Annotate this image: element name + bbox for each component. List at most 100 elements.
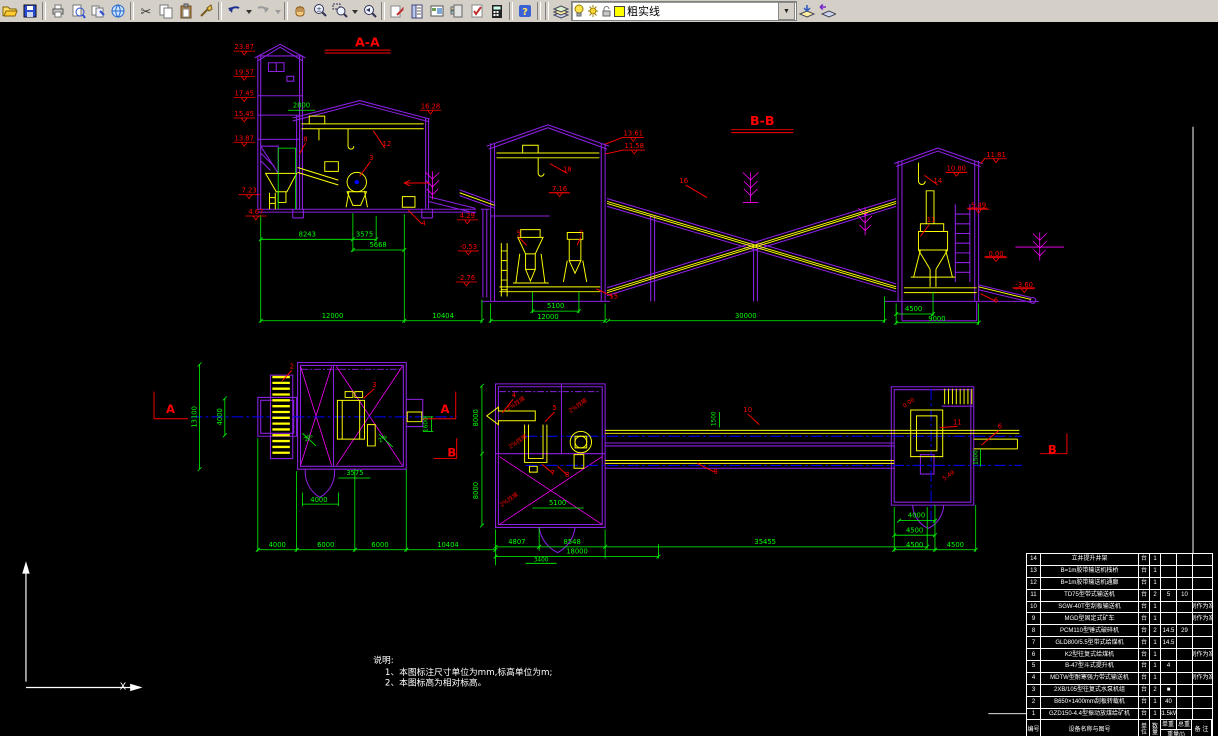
undo-icon[interactable] xyxy=(224,1,244,21)
canvas-annotation: -3.60 xyxy=(1015,281,1033,289)
canvas-annotation: 19.57 xyxy=(235,68,254,76)
canvas-annotation: 5100 xyxy=(547,302,564,310)
equipment-cell-no: 3 xyxy=(1027,684,1041,696)
toolbar-separator xyxy=(537,2,541,20)
pan-hand-icon[interactable] xyxy=(290,1,310,21)
canvas-annotation: 6000 xyxy=(371,541,388,549)
layer-name: 粗实线 xyxy=(627,6,660,18)
equipment-cell-no: 6 xyxy=(1027,649,1041,661)
drawing-canvas[interactable]: A-A B-B 23.87 19.57 17.45 15.45 13.87 7.23 4.67 1… xyxy=(0,22,1218,736)
toolbar-separator xyxy=(381,2,385,20)
elevation-symbol xyxy=(622,137,644,142)
equipment-cell-w2 xyxy=(1177,601,1193,613)
col-total-weight: 总重 xyxy=(1177,721,1190,728)
canvas-annotation: 5.49 xyxy=(942,470,956,483)
zoom-previous-icon[interactable] xyxy=(359,1,379,21)
canvas-annotation: 4500 xyxy=(906,526,923,534)
help-icon[interactable]: ? xyxy=(515,1,535,21)
layer-properties-manager-icon[interactable] xyxy=(551,1,571,21)
equipment-cell-unit: 台 xyxy=(1139,672,1150,684)
redo-dropdown-icon[interactable] xyxy=(273,1,282,21)
equipment-row: 9 MGD型固定式矿车台 1 制作为准 xyxy=(1027,613,1212,626)
zoom-window-icon[interactable] xyxy=(330,1,350,21)
undo-dropdown-icon[interactable] xyxy=(244,1,253,21)
canvas-annotation: 3400 xyxy=(534,557,549,563)
toolbar-separator xyxy=(130,2,134,20)
plan-section-a-marker: A xyxy=(441,402,450,416)
svg-text:✂: ✂ xyxy=(141,5,152,19)
plan-section-b-marker: B xyxy=(1048,443,1057,457)
equipment-cell-w1: 31.5kW xyxy=(1161,708,1177,720)
canvas-annotation: 1500 xyxy=(712,411,718,426)
canvas-annotation: 10 xyxy=(743,406,752,414)
canvas-annotation: 5.49 xyxy=(971,201,986,209)
markup-icon[interactable] xyxy=(467,1,487,21)
elevation-symbol xyxy=(1013,288,1035,294)
canvas-annotation: 3 xyxy=(369,154,373,162)
canvas-annotation: 11.81 xyxy=(986,151,1005,159)
canvas-annotation: 7.23 xyxy=(242,187,257,195)
open-icon[interactable] xyxy=(0,1,20,21)
equipment-cell-no: 8 xyxy=(1027,625,1041,637)
equipment-row: 4 MDTW型耐寒强力带式输送机台 1 制作为准 xyxy=(1027,672,1212,685)
equipment-cell-name: B-47型斗式提升机 xyxy=(1041,661,1139,672)
make-object-layer-current-icon[interactable] xyxy=(797,1,817,21)
equipment-cell-no: 13 xyxy=(1027,565,1041,577)
equipment-row: 8 PCM110型锤式破碎机台 2 14.5 29 xyxy=(1027,625,1212,638)
equipment-cell-w2 xyxy=(1177,637,1193,649)
layer-dropdown[interactable]: 粗实线 ▼ xyxy=(571,1,797,21)
canvas-annotation: 2800 xyxy=(293,101,310,109)
canvas-annotation: 6000 xyxy=(317,541,334,549)
redo-icon[interactable] xyxy=(253,1,273,21)
equipment-cell-w1: 14.5 xyxy=(1161,637,1177,649)
equipment-cell-name: K2型往复式给煤机 xyxy=(1041,649,1139,661)
print-icon[interactable] xyxy=(48,1,68,21)
zoom-realtime-icon[interactable]: ± xyxy=(310,1,330,21)
wall-axis-dashed xyxy=(301,368,601,393)
designcenter-icon[interactable] xyxy=(427,1,447,21)
equipment-cell-w1 xyxy=(1161,613,1177,625)
canvas-annotation: 23.87 xyxy=(235,43,254,51)
equipment-cell-qty: 2 xyxy=(1150,589,1161,601)
notes-line-2: 2、本图标高为相对标高。 xyxy=(385,677,486,689)
zoom-dropdown-icon[interactable] xyxy=(350,1,359,21)
save-icon[interactable] xyxy=(20,1,40,21)
paste-icon[interactable] xyxy=(176,1,196,21)
tool-palettes-icon[interactable] xyxy=(447,1,467,21)
equipment-cell-qty: 1 xyxy=(1150,708,1161,720)
properties-icon[interactable] xyxy=(407,1,427,21)
publish-icon[interactable] xyxy=(88,1,108,21)
copy-icon[interactable] xyxy=(156,1,176,21)
equipment-cell-w2 xyxy=(1177,661,1193,672)
canvas-annotation: 4000 xyxy=(908,512,925,520)
cut-icon[interactable]: ✂ xyxy=(136,1,156,21)
canvas-annotation: 30000 xyxy=(735,312,757,320)
quickcalc-icon[interactable] xyxy=(487,1,507,21)
equipment-cell-no: 2 xyxy=(1027,696,1041,708)
canvas-annotation: 8548 xyxy=(564,538,581,546)
equipment-cell-unit: 台 xyxy=(1139,565,1150,577)
equipment-cell-w1 xyxy=(1161,649,1177,661)
canvas-annotation: 11 xyxy=(927,216,936,224)
canvas-annotation: 4.29 xyxy=(460,212,475,220)
canvas-annotation: 10.80 xyxy=(947,164,966,172)
equipment-cell-name: GLD800/5.5型带式给煤机 xyxy=(1041,637,1139,649)
equipment-cell-note: 制作为准 xyxy=(1193,604,1212,610)
sheetset-manager-icon[interactable] xyxy=(387,1,407,21)
equipment-cell-unit: 台 xyxy=(1139,589,1150,601)
equipment-cell-qty: 2 xyxy=(1150,684,1161,696)
layer-dropdown-arrow-icon[interactable]: ▼ xyxy=(778,2,795,20)
canvas-annotation: 5 xyxy=(517,229,521,237)
canvas-annotation: 15.45 xyxy=(235,110,254,118)
print-preview-icon[interactable] xyxy=(68,1,88,21)
equipment-cell-no: 5 xyxy=(1027,661,1041,672)
match-properties-icon[interactable] xyxy=(196,1,216,21)
layer-previous-icon[interactable] xyxy=(817,1,837,21)
title-block-header: 编号 设备名称与图号 单位 数量 单重 总重 重量(t) 备 注 xyxy=(1027,720,1212,736)
col-weight-group: 单重 总重 重量(t) xyxy=(1160,720,1192,736)
equipment-cell-w1 xyxy=(1161,601,1177,613)
col-name: 设备名称与图号 xyxy=(1041,720,1139,736)
equipment-cell-note xyxy=(1193,697,1212,708)
hyperlink-globe-icon[interactable] xyxy=(108,1,128,21)
equipment-row: 14 立井提升井架台 1 xyxy=(1027,554,1212,566)
